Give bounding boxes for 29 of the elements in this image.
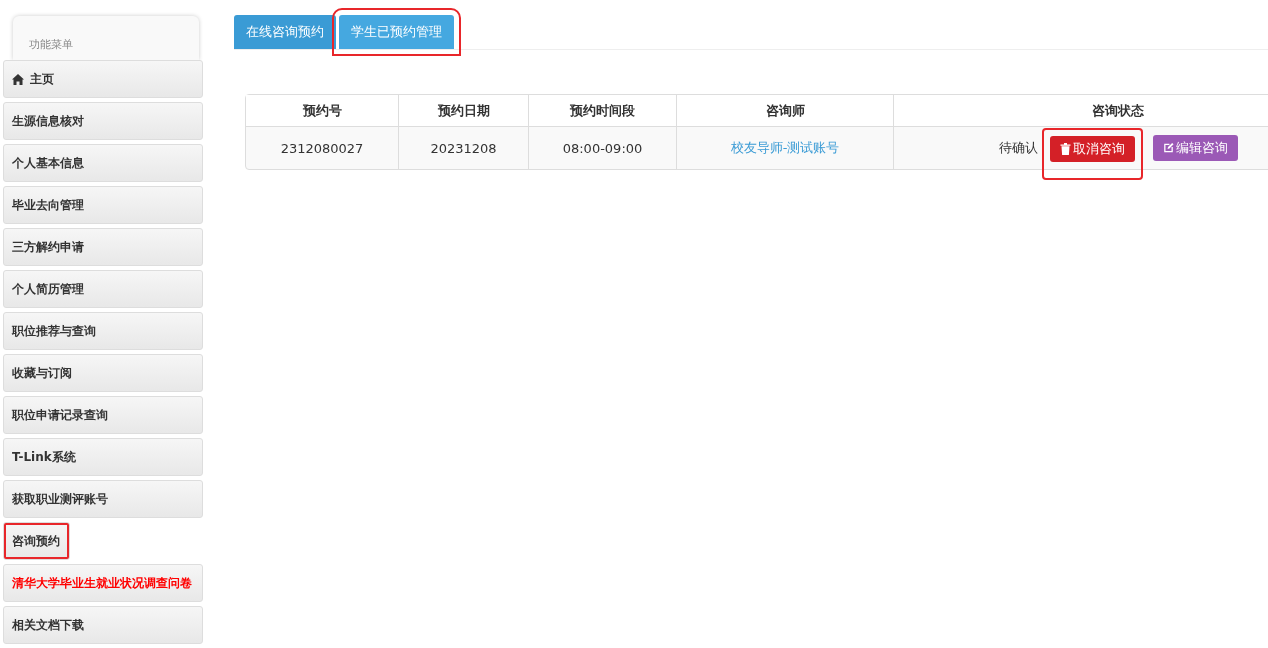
status-text: 待确认	[999, 139, 1038, 157]
sidebar-item[interactable]: 职位申请记录查询	[3, 396, 203, 434]
column-header: 预约日期	[399, 95, 529, 127]
column-header: 咨询状态	[894, 95, 1268, 127]
sidebar-item[interactable]: 个人基本信息	[3, 144, 203, 182]
cancel-button[interactable]: 取消咨询	[1050, 136, 1135, 162]
sidebar-item[interactable]: 个人简历管理	[3, 270, 203, 308]
menu-title: 功能菜单	[29, 37, 73, 52]
sidebar-item[interactable]: 相关文档下载	[3, 606, 203, 644]
table-cell: 08:00-09:00	[529, 127, 677, 169]
home-icon	[12, 73, 24, 85]
sidebar-item[interactable]: T-Link系统	[3, 438, 203, 476]
table-cell: 20231208	[399, 127, 529, 169]
sidebar-item[interactable]: 清华大学毕业生就业状况调查问卷	[3, 564, 203, 602]
edit-button[interactable]: 编辑咨询	[1153, 135, 1238, 161]
trash-icon	[1060, 143, 1071, 155]
sidebar-item[interactable]: 生源信息核对	[3, 102, 203, 140]
column-header: 预约号	[246, 95, 399, 127]
edit-icon	[1163, 142, 1174, 154]
sidebar-item[interactable]: 职位推荐与查询	[3, 312, 203, 350]
column-header: 咨询师	[677, 95, 894, 127]
sidebar-item[interactable]: 毕业去向管理	[3, 186, 203, 224]
sidebar-item[interactable]: 获取职业测评账号	[3, 480, 203, 518]
column-header: 预约时间段	[529, 95, 677, 127]
sidebar-item[interactable]: 主页	[3, 60, 203, 98]
sidebar-item[interactable]: 咨询预约	[3, 522, 70, 560]
sidebar-item[interactable]: 三方解约申请	[3, 228, 203, 266]
sidebar-item[interactable]: 收藏与订阅	[3, 354, 203, 392]
table-cell: 2312080027	[246, 127, 399, 169]
